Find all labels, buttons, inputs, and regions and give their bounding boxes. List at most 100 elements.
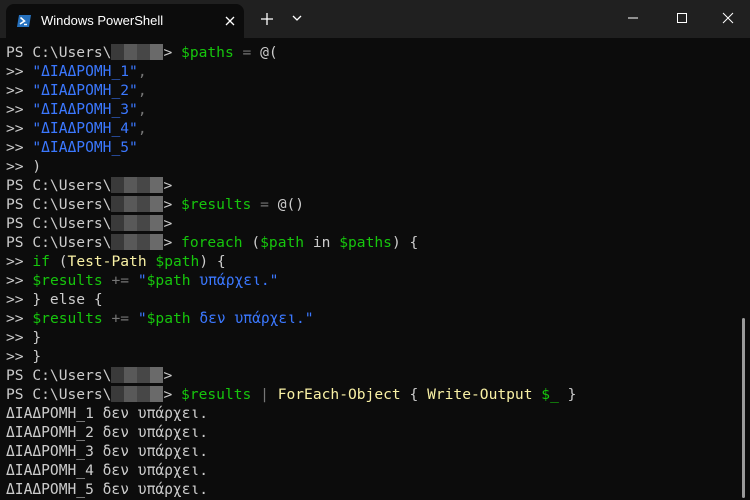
- code-token: ΔΙΑΔΡΟΜΗ_2 δεν υπάρχει.: [6, 424, 209, 441]
- code-token: Write-Output: [427, 386, 533, 403]
- continuation-line: >> } else {: [6, 290, 103, 309]
- continuation-line: >> "ΔΙΑΔΡΟΜΗ_2",: [6, 81, 147, 100]
- code-token: ,: [137, 101, 147, 118]
- continuation-prompt: >>: [6, 101, 24, 118]
- prompt-prefix: PS C:\Users\: [6, 44, 112, 61]
- code-token: +=: [102, 272, 138, 289]
- continuation-line: >> "ΔΙΑΔΡΟΜΗ_3",: [6, 100, 147, 119]
- code-token: ) {: [199, 253, 226, 270]
- code-token: @(): [277, 196, 305, 213]
- prompt-line: PS C:\Users\ >: [6, 366, 172, 385]
- code-token: $results: [32, 310, 103, 327]
- code-token: ΔΙΑΔΡΟΜΗ_1 δεν υπάρχει.: [6, 405, 209, 422]
- code-token: ": [137, 272, 147, 289]
- code-token: (: [242, 234, 261, 251]
- code-token: }: [23, 348, 42, 365]
- code-token: } else {: [23, 291, 103, 308]
- code-token: {: [400, 386, 428, 403]
- terminal-output[interactable]: PS C:\Users\ > $paths = @(>> "ΔΙΑΔΡΟΜΗ_1"…: [0, 38, 744, 500]
- continuation-line: >> "ΔΙΑΔΡΟΜΗ_4",: [6, 119, 147, 138]
- prompt-prefix: PS C:\Users\: [6, 215, 112, 232]
- code-token: "ΔΙΑΔΡΟΜΗ_2": [23, 82, 138, 99]
- output-line: ΔΙΑΔΡΟΜΗ_4 δεν υπάρχει.: [6, 461, 208, 480]
- code-token: (: [49, 253, 68, 270]
- scrollbar[interactable]: [742, 318, 745, 498]
- output-line: ΔΙΑΔΡΟΜΗ_5 δεν υπάρχει.: [6, 480, 208, 499]
- continuation-prompt: >>: [6, 348, 24, 365]
- redacted-username: [111, 234, 164, 250]
- code-token: $path: [146, 272, 191, 289]
- code-token: "ΔΙΑΔΡΟΜΗ_1": [23, 63, 138, 80]
- code-token: "ΔΙΑΔΡΟΜΗ_4": [23, 120, 138, 137]
- prompt-line: PS C:\Users\ > $results = @(): [6, 195, 304, 214]
- output-line: ΔΙΑΔΡΟΜΗ_3 δεν υπάρχει.: [6, 442, 208, 461]
- prompt-suffix: >: [163, 177, 173, 194]
- code-token: ΔΙΑΔΡΟΜΗ_5 δεν υπάρχει.: [6, 481, 209, 498]
- prompt-suffix: >: [163, 367, 173, 384]
- code-token: ,: [137, 63, 147, 80]
- prompt-suffix: >: [163, 215, 173, 232]
- continuation-line: >> }: [6, 328, 41, 347]
- chevron-down-icon[interactable]: [290, 11, 304, 25]
- code-token: ΔΙΑΔΡΟΜΗ_4 δεν υπάρχει.: [6, 462, 209, 479]
- code-token: $path: [155, 253, 200, 270]
- prompt-line: PS C:\Users\ >: [6, 214, 172, 233]
- code-token: $results: [32, 272, 103, 289]
- code-token: Test-Path: [67, 253, 147, 270]
- new-tab-plus-icon[interactable]: [258, 10, 276, 28]
- code-token: }: [558, 386, 577, 403]
- code-token: "ΔΙΑΔΡΟΜΗ_3": [23, 101, 138, 118]
- output-line: ΔΙΑΔΡΟΜΗ_1 δεν υπάρχει.: [6, 404, 208, 423]
- continuation-line: >> $results += "$path δεν υπάρχει.": [6, 309, 314, 328]
- code-token: @(: [260, 44, 278, 61]
- prompt-suffix: >: [163, 196, 173, 213]
- redacted-username: [111, 367, 164, 383]
- code-token: $path: [260, 234, 305, 251]
- minimize-icon[interactable]: [623, 10, 643, 26]
- code-token: ): [23, 158, 42, 175]
- code-token: |: [251, 386, 278, 403]
- code-token: δεν υπάρχει.": [190, 310, 314, 327]
- code-token: ,: [137, 120, 147, 137]
- maximize-icon[interactable]: [672, 8, 692, 28]
- continuation-prompt: >>: [6, 310, 24, 327]
- code-token: foreach: [181, 234, 243, 251]
- prompt-line: PS C:\Users\ > $paths = @(: [6, 43, 278, 62]
- continuation-line: >> ): [6, 157, 41, 176]
- prompt-suffix: >: [163, 234, 173, 251]
- tab-windows-powershell[interactable]: Windows PowerShell: [6, 4, 244, 38]
- code-token: ΔΙΑΔΡΟΜΗ_3 δεν υπάρχει.: [6, 443, 209, 460]
- code-token: =: [251, 196, 278, 213]
- close-tab-icon[interactable]: [220, 11, 240, 31]
- code-token: =: [233, 44, 261, 61]
- continuation-line: >> $results += "$path υπάρχει.": [6, 271, 278, 290]
- code-token: ": [137, 310, 147, 327]
- continuation-prompt: >>: [6, 82, 24, 99]
- powershell-icon: [17, 15, 31, 27]
- prompt-prefix: PS C:\Users\: [6, 386, 112, 403]
- prompt-prefix: PS C:\Users\: [6, 177, 112, 194]
- prompt-prefix: PS C:\Users\: [6, 234, 112, 251]
- code-token: "ΔΙΑΔΡΟΜΗ_5": [23, 139, 138, 156]
- close-window-icon[interactable]: [718, 8, 738, 28]
- continuation-prompt: >>: [6, 158, 24, 175]
- continuation-prompt: >>: [6, 139, 24, 156]
- continuation-line: >> if (Test-Path $path) {: [6, 252, 226, 271]
- code-token: $results: [181, 196, 252, 213]
- redacted-username: [111, 215, 164, 231]
- code-token: $path: [146, 310, 191, 327]
- prompt-suffix: >: [163, 44, 173, 61]
- code-token: υπάρχει.": [190, 272, 279, 289]
- prompt-line: PS C:\Users\ > foreach ($path in $paths) …: [6, 233, 418, 252]
- redacted-username: [111, 44, 164, 60]
- code-token: in: [304, 234, 340, 251]
- continuation-prompt: >>: [6, 329, 24, 346]
- continuation-prompt: >>: [6, 63, 24, 80]
- code-token: ) {: [391, 234, 419, 251]
- continuation-prompt: >>: [6, 272, 24, 289]
